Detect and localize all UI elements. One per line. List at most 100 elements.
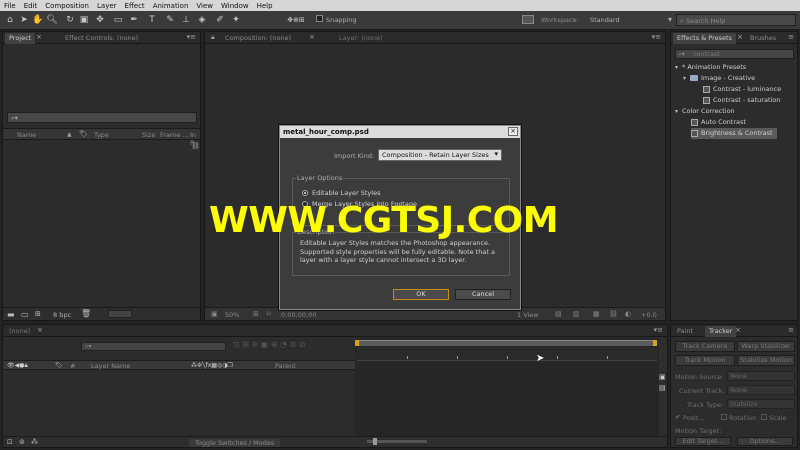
roto-brush-tool-icon[interactable]: ✐ xyxy=(214,13,226,26)
new-folder-icon[interactable]: ▭ xyxy=(21,310,29,319)
options-button[interactable]: Options... xyxy=(737,437,793,446)
av-features-icon[interactable]: 👁︎◀︎●🔒︎ xyxy=(7,362,28,370)
bit-depth-label[interactable]: 8 bpc xyxy=(53,311,71,319)
tree-image-creative[interactable]: ▾ Image - Creative xyxy=(683,73,755,84)
sort-icon[interactable]: ▲ xyxy=(67,131,72,138)
ok-button[interactable]: OK xyxy=(393,289,449,300)
column-name[interactable]: Name xyxy=(17,131,36,139)
panel-menu-icon[interactable]: ≡ xyxy=(788,326,794,334)
column-size[interactable]: Size xyxy=(142,131,155,139)
track-camera-button[interactable]: Track Camera xyxy=(675,341,735,352)
toggle-switches-modes-button[interactable]: Toggle Switches / Modes xyxy=(189,439,281,447)
mask-tool-icon[interactable]: ▭ xyxy=(112,13,124,26)
work-area-end-handle[interactable] xyxy=(653,340,657,346)
panel-menu-icon[interactable]: ▾≡ xyxy=(187,33,196,41)
eraser-tool-icon[interactable]: ◈ xyxy=(196,13,208,26)
tab-composition[interactable]: Composition: (none) xyxy=(221,33,295,44)
current-track-select[interactable]: None xyxy=(727,385,795,395)
panel-menu-icon[interactable]: ▾≡ xyxy=(654,326,663,334)
panel-menu-icon[interactable]: ▾≡ xyxy=(652,33,661,41)
zoom-tool-icon[interactable]: 🔍︎ xyxy=(46,13,58,26)
zoom-select[interactable]: 50% xyxy=(225,311,239,319)
position-checkbox[interactable]: ✔ xyxy=(675,413,680,421)
work-area-start-handle[interactable] xyxy=(355,340,359,346)
effects-search-input[interactable]: ⌕▾ contrast xyxy=(675,49,794,59)
editable-styles-radio[interactable] xyxy=(302,190,308,196)
timecode-display[interactable]: 0;00;00;00 xyxy=(281,311,317,319)
timeline-graph-area[interactable]: ➤ xyxy=(355,338,659,438)
column-type[interactable]: Type xyxy=(94,131,109,139)
menu-window[interactable]: Window xyxy=(217,2,253,10)
new-composition-icon[interactable]: ⊞ xyxy=(35,310,41,318)
lock-icon[interactable]: 🔒︎ xyxy=(211,33,215,42)
tree-contrast-saturation[interactable]: Contrast - saturation xyxy=(703,95,780,106)
toggle-layer-switches-icon[interactable]: ⊡ xyxy=(7,438,13,446)
reset-exposure-icon[interactable]: ◐ xyxy=(625,310,631,318)
label-tag-icon[interactable]: 🏷︎ xyxy=(79,130,88,138)
warp-stabilizer-button[interactable]: Warp Stabilizer xyxy=(737,341,795,352)
axis-mode-icon[interactable]: ✥⊕⊞ xyxy=(287,13,305,26)
comp-button-icon[interactable]: ▣ xyxy=(659,373,666,381)
column-parent[interactable]: Parent xyxy=(275,362,296,370)
trash-icon[interactable]: 🗑︎ xyxy=(81,309,91,318)
pan-behind-tool-icon[interactable]: ✥ xyxy=(94,13,106,26)
editable-styles-label[interactable]: Editable Layer Styles xyxy=(312,189,380,197)
menu-view[interactable]: View xyxy=(192,2,217,10)
graph-editor-icon[interactable]: ▤ xyxy=(659,384,666,392)
project-search-input[interactable]: ⌕▾ xyxy=(7,112,197,123)
tab-layer[interactable]: Layer: (none) xyxy=(335,33,387,44)
toggle-transfer-icon[interactable]: ⊚ xyxy=(19,438,25,446)
import-kind-select[interactable]: Composition - Retain Layer Sizes ▾ xyxy=(378,149,502,161)
tab-paint[interactable]: Paint xyxy=(673,326,697,337)
toggle-in-out-icon[interactable]: ⁂ xyxy=(31,438,38,446)
close-icon[interactable]: × xyxy=(36,33,42,41)
tab-project[interactable]: Project xyxy=(5,33,36,44)
flowchart-icon[interactable]: ⛓ xyxy=(191,142,200,150)
close-icon[interactable]: × xyxy=(508,127,518,136)
timeline-switches-icons[interactable]: ⊡ ⊞ ⊛ ▣ ⊕ ◔ ⊚ ⊘ xyxy=(233,340,353,353)
mask-visibility-icon[interactable]: ⌑ xyxy=(267,310,271,318)
rotation-checkbox[interactable] xyxy=(721,414,727,420)
edit-target-button[interactable]: Edit Target... xyxy=(675,437,731,446)
rotate-tool-icon[interactable]: ↻ xyxy=(64,13,76,26)
menu-animation[interactable]: Animation xyxy=(149,2,193,10)
scroll-slider[interactable] xyxy=(108,310,132,318)
tab-effect-controls[interactable]: Effect Controls: (none) xyxy=(61,33,142,44)
workspace-dropdown-icon[interactable]: ▾ xyxy=(668,15,676,24)
menu-effect[interactable]: Effect xyxy=(121,2,149,10)
menu-layer[interactable]: Layer xyxy=(93,2,121,10)
menu-file[interactable]: File xyxy=(0,2,20,10)
safe-margins-icon[interactable]: ⊞ xyxy=(253,310,259,318)
camera-tool-icon[interactable]: ▣ xyxy=(78,13,90,26)
zoom-slider-handle[interactable] xyxy=(373,438,377,445)
tab-timeline-none[interactable]: (none) xyxy=(5,326,34,337)
close-icon[interactable]: × xyxy=(309,33,315,41)
close-icon[interactable]: × xyxy=(735,326,741,334)
menu-composition[interactable]: Composition xyxy=(41,2,93,10)
tree-color-correction[interactable]: ▾ Color Correction xyxy=(675,106,735,117)
clone-stamp-tool-icon[interactable]: ⊥ xyxy=(180,13,192,26)
tab-effects-presets[interactable]: Effects & Presets xyxy=(673,33,736,44)
toggle-pixel-icon[interactable]: ▤ xyxy=(555,310,562,318)
tree-auto-contrast[interactable]: Auto Contrast xyxy=(691,117,746,128)
timeline-search-input[interactable]: ⌕▾ xyxy=(81,342,226,351)
tab-brushes[interactable]: Brushes xyxy=(746,33,780,44)
layer-switches-icon[interactable]: ⁂✲╲fx▦◎◑❒ xyxy=(191,362,233,369)
workspace-select[interactable]: Standard xyxy=(590,16,620,24)
brush-tool-icon[interactable]: ✎ xyxy=(164,13,176,26)
track-motion-button[interactable]: Track Motion xyxy=(675,355,735,366)
panel-menu-icon[interactable]: ≡ xyxy=(788,33,794,41)
type-tool-icon[interactable]: T xyxy=(146,13,158,26)
tree-animation-presets[interactable]: ▾ * Animation Presets xyxy=(675,62,746,73)
home-icon[interactable]: ⌂ xyxy=(4,13,16,26)
track-type-select[interactable]: Stabilize xyxy=(727,399,795,409)
puppet-tool-icon[interactable]: ✦ xyxy=(230,13,242,26)
motion-source-select[interactable]: None xyxy=(727,371,795,381)
always-preview-icon[interactable]: ▣ xyxy=(211,310,218,318)
tree-brightness-contrast[interactable]: Brightness & Contrast xyxy=(691,128,777,139)
column-frame[interactable]: Frame ... xyxy=(160,131,189,139)
label-tag-icon[interactable]: 🏷︎ xyxy=(55,362,63,369)
exposure-value[interactable]: +0.0 xyxy=(641,311,657,319)
hand-tool-icon[interactable]: ✋ xyxy=(32,13,44,26)
pen-tool-icon[interactable]: ✒ xyxy=(128,13,140,26)
